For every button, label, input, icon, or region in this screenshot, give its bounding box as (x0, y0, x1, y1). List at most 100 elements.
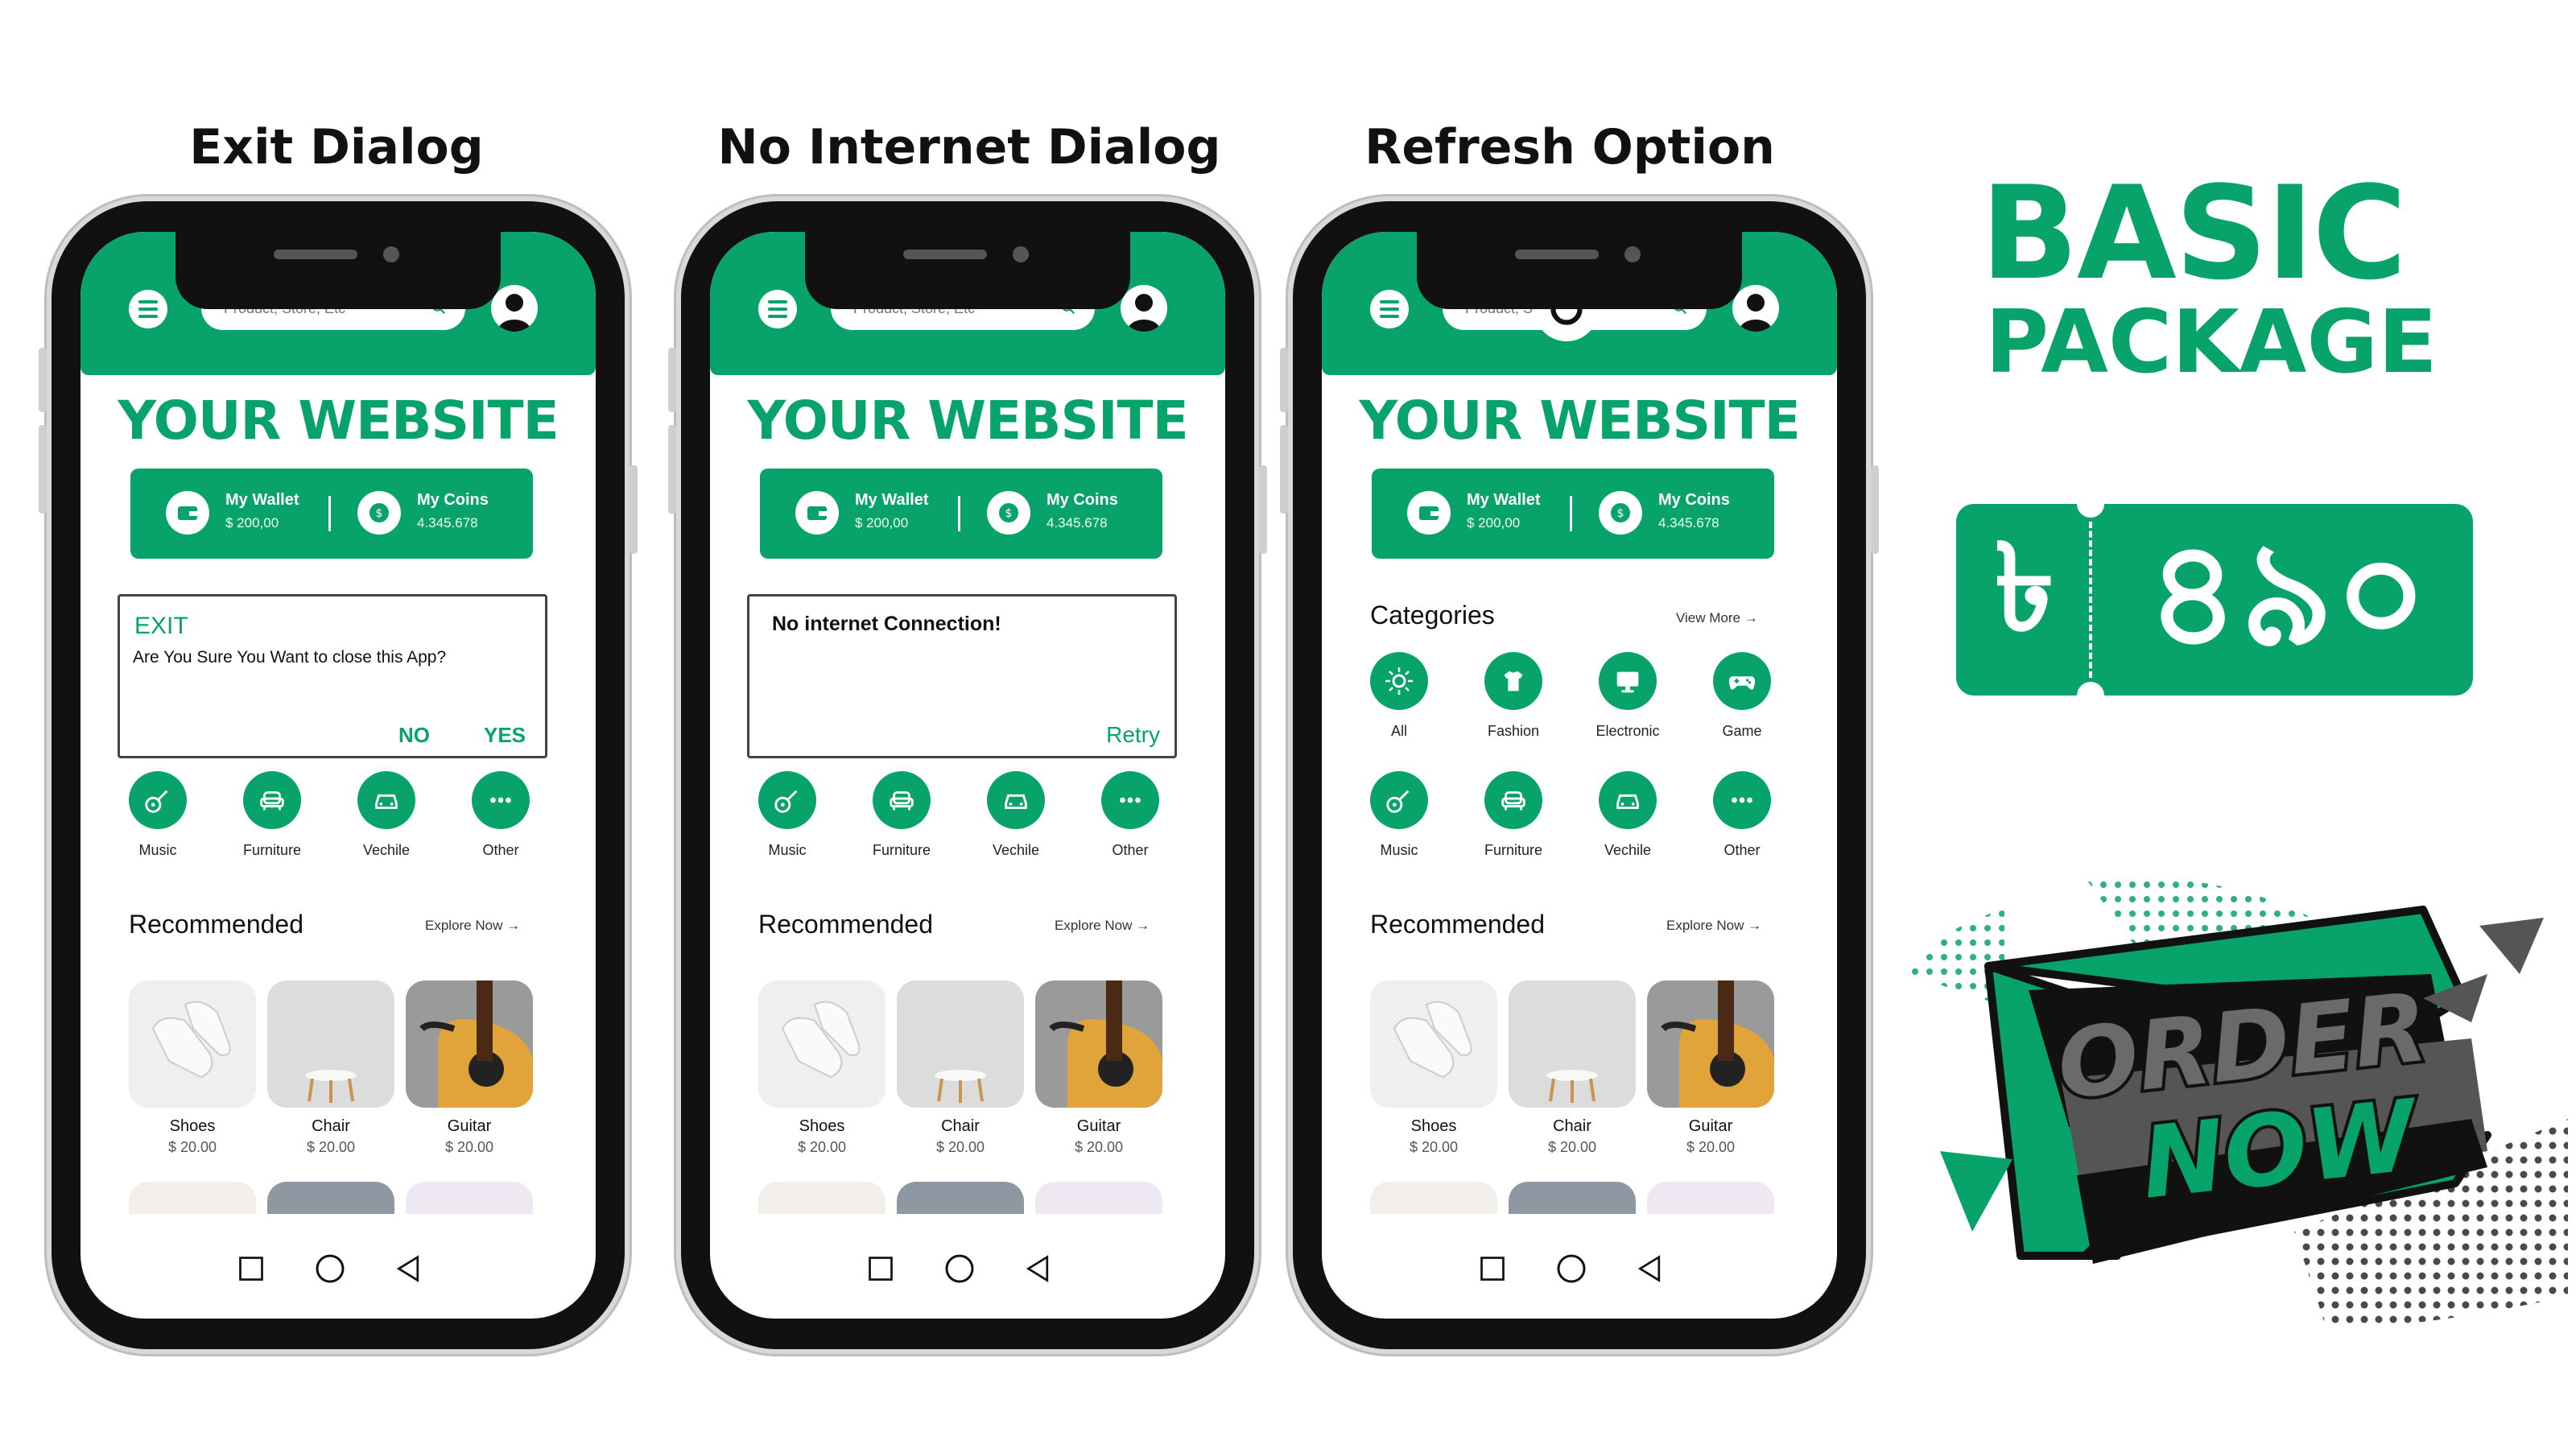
tshirt-icon (1484, 652, 1542, 710)
explore-now-link[interactable]: Explore Now → (1666, 918, 1761, 934)
svg-text:$: $ (1617, 507, 1624, 520)
back-icon[interactable] (1022, 1253, 1055, 1285)
product-card-peek (897, 1182, 1024, 1214)
retry-button[interactable]: Retry (1106, 722, 1160, 748)
category-fashion[interactable]: Fashion (1457, 652, 1570, 740)
category-electronic[interactable]: Electronic (1571, 652, 1684, 740)
category-furniture[interactable]: Furniture (1457, 771, 1570, 859)
product-card-peek (1509, 1182, 1636, 1214)
recent-apps-icon[interactable] (1476, 1253, 1509, 1285)
arrow-right-icon: → (1136, 918, 1150, 933)
wallet-label: My Wallet (225, 491, 299, 509)
category-other[interactable]: Other (444, 771, 557, 859)
guitar-icon (758, 771, 816, 829)
product-card-guitar[interactable]: Guitar $ 20.00 (406, 980, 533, 1156)
app-screen: YOUR WEBSITE My Wallet $ 200,00 $ My Coi… (1322, 232, 1837, 1319)
category-vechile[interactable]: Vechile (330, 771, 443, 859)
category-label: Music (1380, 842, 1418, 858)
ticket-perforation (2089, 522, 2092, 678)
shoes-image (129, 980, 256, 1108)
category-label: Other (1112, 842, 1149, 858)
back-icon[interactable] (393, 1253, 425, 1285)
phone-notch (175, 232, 501, 309)
category-game[interactable]: Game (1686, 652, 1798, 740)
product-card-chair[interactable]: Chair $ 20.00 (897, 980, 1024, 1156)
user-avatar-icon[interactable] (1121, 285, 1167, 332)
no-button[interactable]: NO (398, 723, 430, 748)
product-price: $ 20.00 (1547, 1139, 1597, 1155)
category-vechile[interactable]: Vechile (1571, 771, 1684, 859)
order-now-banner: ORDER NOW (1908, 876, 2568, 1360)
car-icon (1599, 771, 1657, 829)
product-card-guitar[interactable]: Guitar $ 20.00 (1647, 980, 1774, 1156)
recent-apps-icon[interactable] (235, 1253, 267, 1285)
category-label: Game (1722, 723, 1762, 739)
category-furniture[interactable]: Furniture (216, 771, 328, 859)
phone-power-button (1259, 465, 1267, 554)
menu-icon[interactable] (758, 290, 797, 328)
category-all[interactable]: All (1343, 652, 1455, 740)
wallet-card[interactable]: My Wallet $ 200,00 $ My Coins 4.345.678 (760, 469, 1162, 559)
home-icon[interactable] (943, 1253, 976, 1285)
no-internet-message: No internet Connection! (772, 613, 1001, 635)
svg-text:$: $ (1005, 507, 1013, 520)
site-title: YOUR WEBSITE (1359, 390, 1800, 452)
category-music[interactable]: Music (1343, 771, 1455, 859)
phone-volume-button (1280, 425, 1288, 514)
product-card-peek (758, 1182, 886, 1214)
product-card-chair[interactable]: Chair $ 20.00 (267, 980, 394, 1156)
wallet-card[interactable]: My Wallet $ 200,00 $ My Coins 4.345.678 (1372, 469, 1774, 559)
product-card-chair[interactable]: Chair $ 20.00 (1509, 980, 1636, 1156)
menu-icon[interactable] (1370, 290, 1409, 328)
category-label: Furniture (872, 842, 931, 858)
back-icon[interactable] (1634, 1253, 1666, 1285)
gamepad-icon (1713, 652, 1771, 710)
car-icon (357, 771, 415, 829)
category-other[interactable]: Other (1686, 771, 1798, 859)
category-other[interactable]: Other (1074, 771, 1187, 859)
category-vechile[interactable]: Vechile (960, 771, 1072, 859)
coins-label: My Coins (417, 491, 489, 509)
product-price: $ 20.00 (306, 1139, 356, 1155)
explore-now-label: Explore Now (1666, 918, 1744, 933)
coins-value: 4.345.678 (417, 515, 478, 530)
svg-text:$: $ (376, 507, 383, 520)
menu-icon[interactable] (129, 290, 167, 328)
site-title: YOUR WEBSITE (118, 390, 559, 452)
chair-image (267, 980, 394, 1108)
user-avatar-icon[interactable] (491, 285, 538, 332)
product-card-shoes[interactable]: Shoes $ 20.00 (1370, 980, 1497, 1156)
arrow-right-icon: → (506, 918, 521, 933)
user-avatar-icon[interactable] (1732, 285, 1779, 332)
armchair-icon (243, 771, 301, 829)
package-title-package: PACKAGE (1985, 292, 2438, 393)
guitar-image (1035, 980, 1162, 1108)
wallet-icon (166, 491, 209, 535)
home-icon[interactable] (1555, 1253, 1587, 1285)
view-more-link[interactable]: View More → (1676, 610, 1758, 626)
explore-now-link[interactable]: Explore Now → (1055, 918, 1150, 934)
category-music[interactable]: Music (101, 771, 214, 859)
product-card-peek (129, 1182, 256, 1214)
yes-button[interactable]: YES (484, 723, 526, 748)
guitar-image (1647, 980, 1774, 1108)
category-label: Music (768, 842, 807, 858)
product-card-peek (1370, 1182, 1497, 1214)
android-nav-bar (80, 1253, 596, 1293)
categories-header: Categories (1370, 601, 1495, 630)
explore-now-link[interactable]: Explore Now → (425, 918, 520, 934)
category-music[interactable]: Music (731, 771, 844, 859)
armchair-icon (1484, 771, 1542, 829)
product-card-guitar[interactable]: Guitar $ 20.00 (1035, 980, 1162, 1156)
product-card-shoes[interactable]: Shoes $ 20.00 (758, 980, 886, 1156)
divider (1570, 496, 1572, 531)
phone-power-button (630, 465, 638, 554)
home-icon[interactable] (314, 1253, 346, 1285)
product-card-shoes[interactable]: Shoes $ 20.00 (129, 980, 256, 1156)
wallet-card[interactable]: My Wallet $ 200,00 $ My Coins 4.345.678 (130, 469, 533, 559)
category-furniture[interactable]: Furniture (845, 771, 958, 859)
recent-apps-icon[interactable] (865, 1253, 897, 1285)
product-card-peek (1647, 1182, 1774, 1214)
recommended-header: Recommended (1370, 910, 1545, 939)
triangle-accent-icon (1940, 1151, 2013, 1232)
